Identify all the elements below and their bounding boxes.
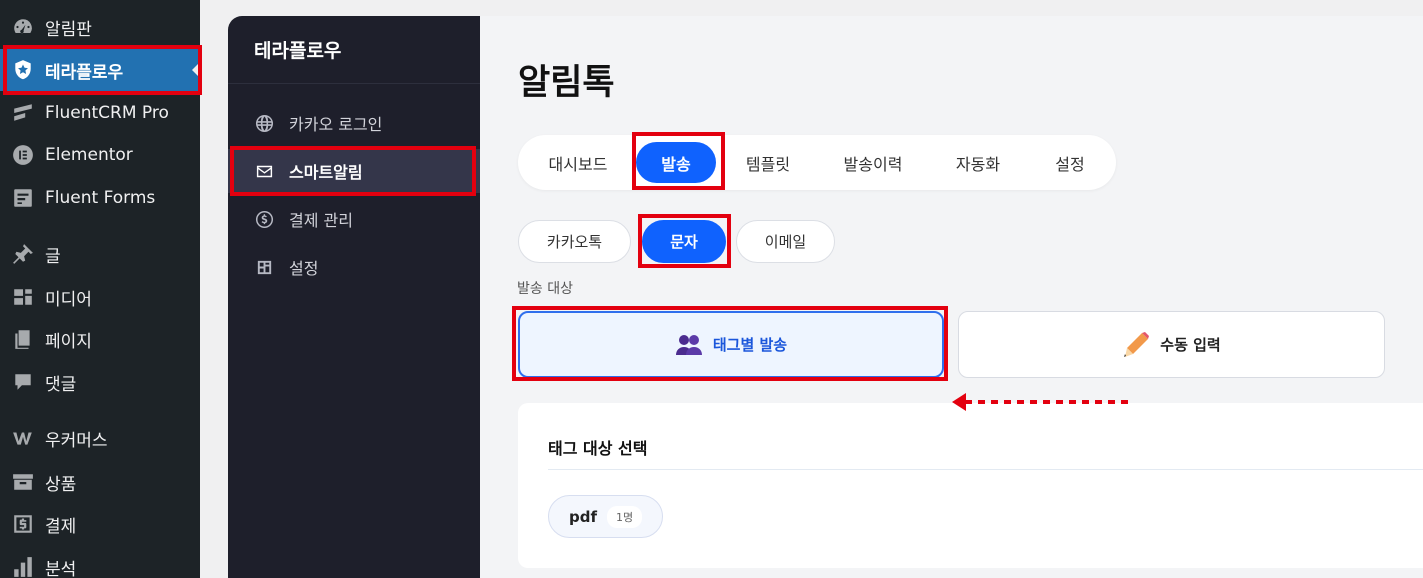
- elementor-icon: [0, 144, 45, 166]
- page-title: 알림톡: [518, 63, 615, 103]
- plugin-nav-label: 스마트알림: [289, 163, 363, 182]
- wp-menu-label: 분석: [45, 559, 77, 578]
- wp-menu-label: 미디어: [45, 289, 92, 310]
- wp-menu-pages[interactable]: 페이지: [0, 318, 200, 360]
- main-content: 알림톡 대시보드 발송 템플릿 발송이력 자동화 설정 카카오톡 문자 이메일 …: [480, 16, 1423, 578]
- dollar-icon: [255, 210, 289, 229]
- tab-settings[interactable]: 설정: [1030, 142, 1110, 183]
- comment-icon: [0, 371, 45, 393]
- globe-icon: [255, 114, 289, 133]
- woocommerce-icon: [0, 427, 45, 449]
- wp-menu-fluent-forms[interactable]: Fluent Forms: [0, 177, 200, 219]
- plugin-nav-label: 설정: [289, 259, 319, 278]
- wp-menu-dashboard[interactable]: 알림판: [0, 6, 200, 48]
- card-divider: [548, 469, 1423, 470]
- wp-menu-label: 알림판: [45, 19, 92, 40]
- current-menu-pointer: [192, 62, 200, 78]
- wp-menu-label: 테라플로우: [45, 62, 124, 83]
- tag-chip[interactable]: pdf 1명: [548, 495, 663, 538]
- plugin-nav-payment[interactable]: 결제 관리: [228, 197, 480, 241]
- media-icon: [0, 286, 45, 308]
- settings-icon: [255, 258, 289, 277]
- plugin-sidebar: 테라플로우 카카오 로그인 스마트알림 결제 관리 설정: [228, 16, 480, 578]
- pin-icon: [0, 243, 45, 265]
- screen: 알림판 테라플로우 FluentCRM Pro Elementor Fluent…: [0, 0, 1423, 578]
- dashboard-icon: [0, 16, 45, 38]
- tag-select-card: 태그 대상 선택 pdf 1명: [518, 403, 1423, 568]
- wp-menu-label: 페이지: [45, 331, 92, 352]
- archive-icon: [0, 471, 45, 493]
- fluent-forms-icon: [0, 187, 45, 209]
- wp-menu-woocommerce[interactable]: 우커머스: [0, 417, 200, 459]
- wp-menu-teraflow[interactable]: 테라플로우: [0, 49, 200, 91]
- card-title: 태그 대상 선택: [548, 439, 648, 458]
- tab-send[interactable]: 발송: [636, 142, 716, 183]
- wp-menu-payments[interactable]: 결제: [0, 503, 200, 545]
- payment-icon: [0, 513, 45, 535]
- plugin-nav-label: 카카오 로그인: [289, 115, 383, 134]
- wp-menu-comments[interactable]: 댓글: [0, 361, 200, 403]
- tag-name: pdf: [569, 507, 598, 526]
- plugin-brand: 테라플로우: [228, 16, 480, 84]
- plugin-nav-label: 결제 관리: [289, 211, 353, 230]
- page-icon: [0, 328, 45, 350]
- target-manual-button[interactable]: 수동 입력: [958, 311, 1385, 378]
- plugin-nav-kakao-login[interactable]: 카카오 로그인: [228, 101, 480, 145]
- tab-automation[interactable]: 자동화: [938, 142, 1018, 183]
- wp-menu-label: FluentCRM Pro: [45, 103, 169, 123]
- tab-dashboard[interactable]: 대시보드: [534, 142, 622, 183]
- wp-menu-label: 댓글: [45, 374, 77, 395]
- wp-menu-analytics[interactable]: 분석: [0, 546, 200, 578]
- main-tabs: 대시보드 발송 템플릿 발송이력 자동화 설정: [518, 135, 1116, 190]
- tag-count-badge: 1명: [607, 505, 643, 528]
- subtab-sms[interactable]: 문자: [642, 220, 726, 263]
- target-by-tag-button[interactable]: 태그별 발송: [518, 311, 944, 378]
- subtab-email[interactable]: 이메일: [736, 220, 835, 263]
- wp-menu-label: 글: [45, 246, 61, 267]
- send-target-label: 발송 대상: [517, 281, 573, 297]
- wp-menu-label: Fluent Forms: [45, 188, 156, 208]
- dashed-arrow-icon: [952, 393, 1128, 411]
- wp-menu-label: 상품: [45, 474, 77, 495]
- wp-menu-elementor[interactable]: Elementor: [0, 134, 200, 176]
- users-icon: [675, 334, 702, 355]
- plugin-nav-smart-alarm[interactable]: 스마트알림: [228, 149, 480, 193]
- tab-history[interactable]: 발송이력: [823, 142, 923, 183]
- wp-menu-label: 결제: [45, 516, 77, 537]
- plugin-nav-settings[interactable]: 설정: [228, 245, 480, 289]
- subtab-kakaotalk[interactable]: 카카오톡: [518, 220, 631, 263]
- chart-icon: [0, 556, 45, 578]
- wp-menu-products[interactable]: 상품: [0, 461, 200, 503]
- wp-menu-label: 우커머스: [45, 430, 108, 451]
- pencil-icon: [1124, 331, 1150, 357]
- envelope-icon: [255, 162, 289, 181]
- target-label: 태그별 발송: [712, 336, 788, 354]
- wp-menu-fluentcrm[interactable]: FluentCRM Pro: [0, 92, 200, 134]
- wp-menu-media[interactable]: 미디어: [0, 276, 200, 318]
- shield-icon: [0, 59, 45, 81]
- fluentcrm-icon: [0, 102, 45, 124]
- target-label: 수동 입력: [1160, 336, 1221, 354]
- tab-templates[interactable]: 템플릿: [728, 142, 808, 183]
- wp-menu-label: Elementor: [45, 145, 133, 165]
- wp-admin-sidebar: 알림판 테라플로우 FluentCRM Pro Elementor Fluent…: [0, 0, 200, 578]
- wp-menu-posts[interactable]: 글: [0, 233, 200, 275]
